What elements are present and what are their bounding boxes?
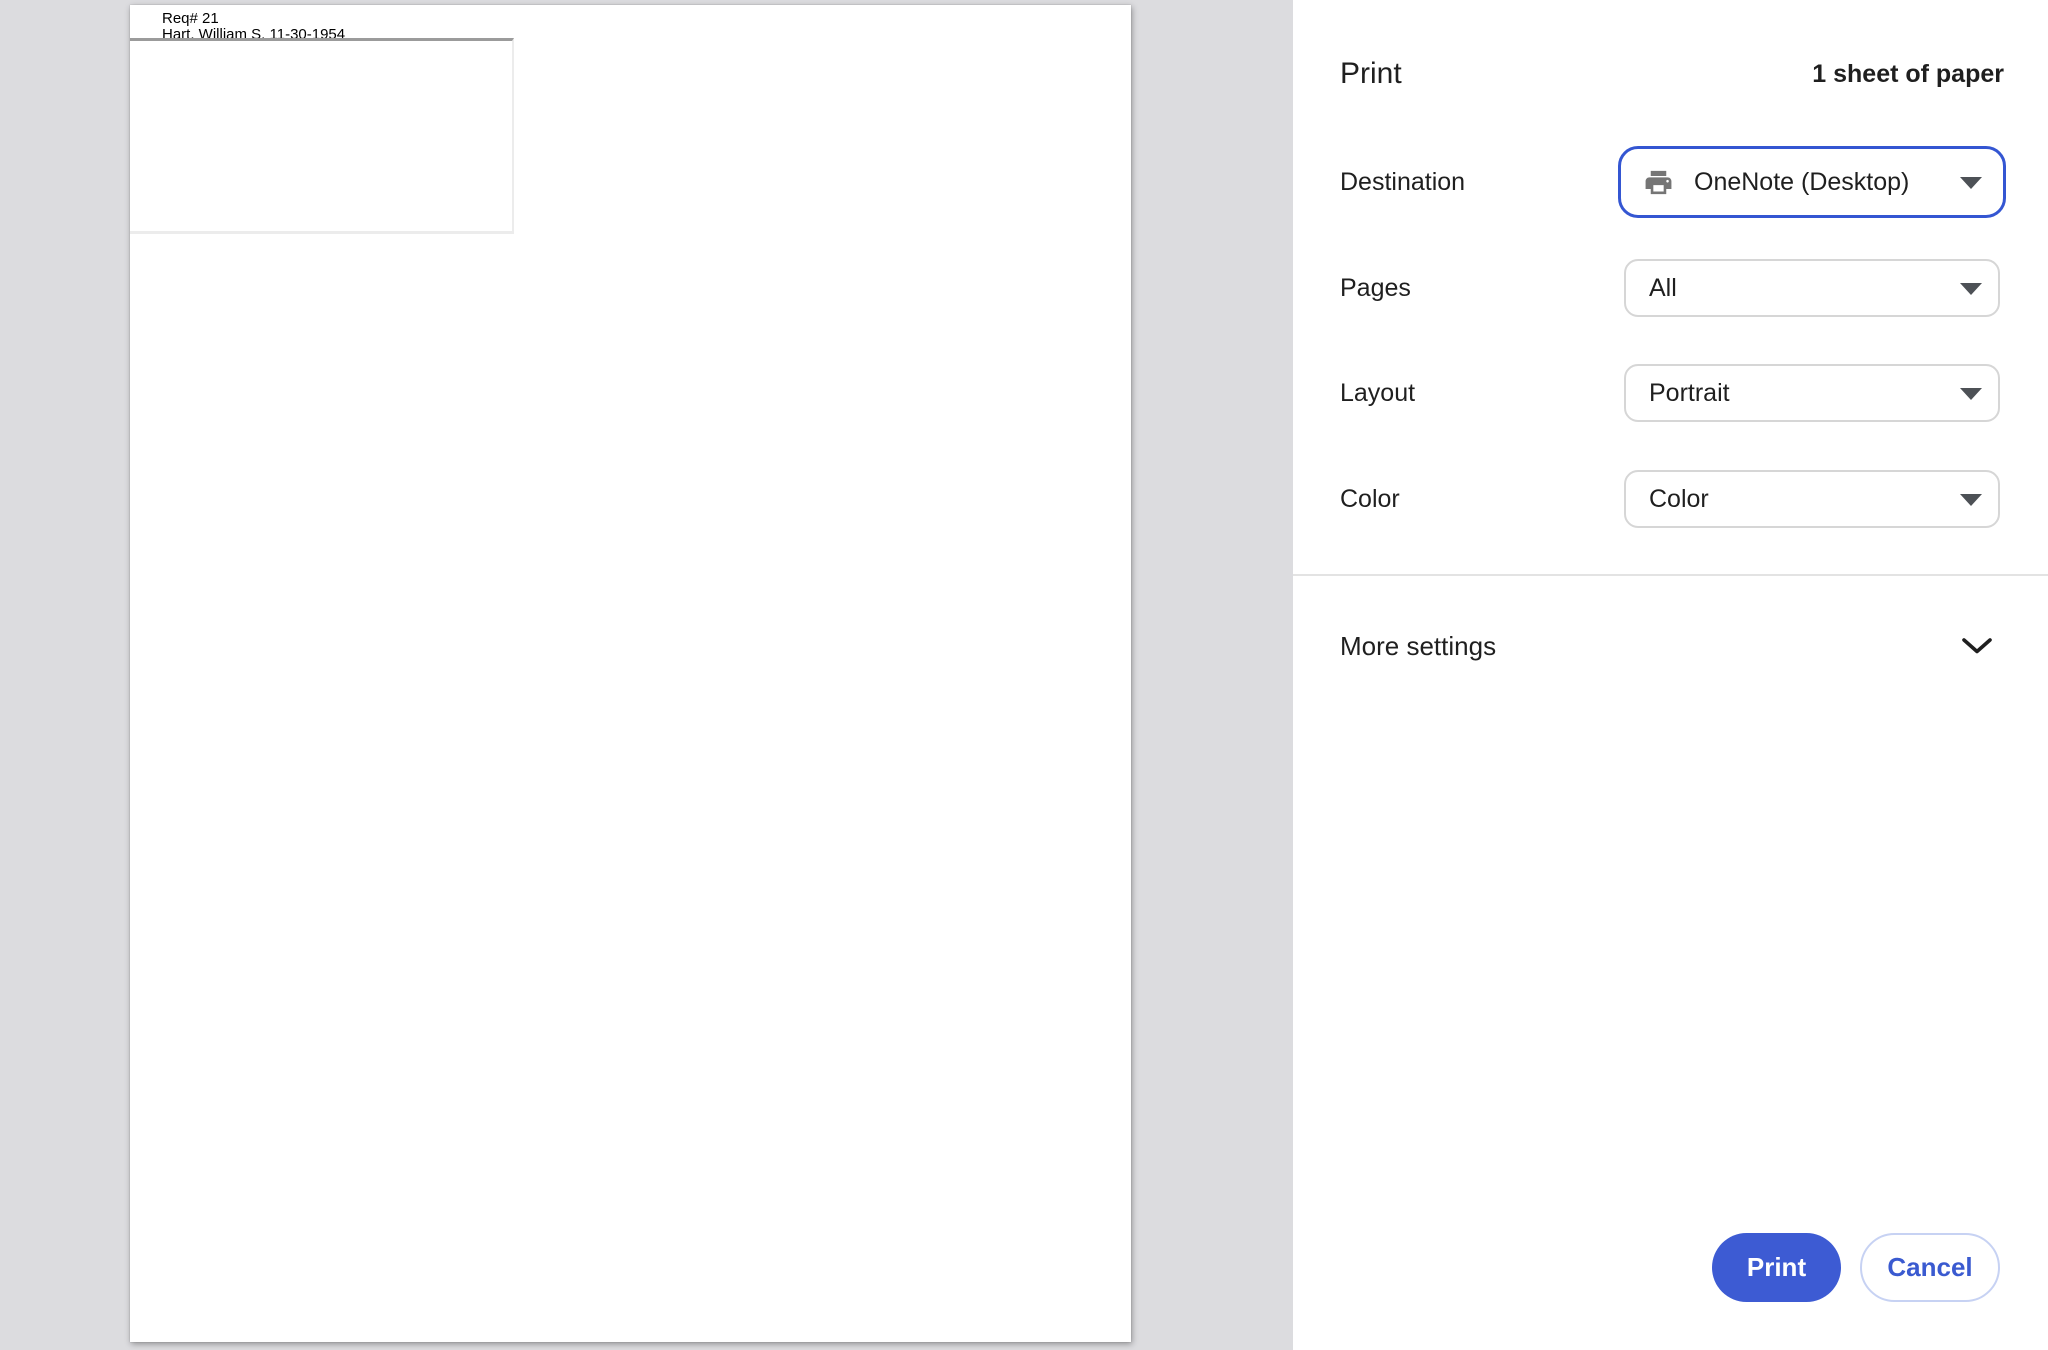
- page-preview: Req# 21 Hart, William S. 11-30-1954: [130, 5, 1131, 1342]
- chevron-down-icon: [1960, 636, 1994, 656]
- more-settings-label: More settings: [1340, 620, 1496, 672]
- print-settings-panel: Print 1 sheet of paper Destination OneNo…: [1293, 0, 2048, 1350]
- document-content-box: [130, 38, 514, 234]
- print-button[interactable]: Print: [1712, 1233, 1841, 1302]
- print-dialog-title: Print: [1340, 57, 1402, 91]
- color-select[interactable]: Color: [1624, 470, 2000, 528]
- layout-select[interactable]: Portrait: [1624, 364, 2000, 422]
- print-preview-area: Req# 21 Hart, William S. 11-30-1954: [0, 0, 1293, 1350]
- cancel-button[interactable]: Cancel: [1860, 1233, 2000, 1302]
- pages-select[interactable]: All: [1624, 259, 2000, 317]
- destination-value: OneNote (Desktop): [1694, 168, 1946, 197]
- caret-down-icon: [1960, 494, 1982, 506]
- destination-label: Destination: [1340, 152, 1610, 212]
- printer-icon: [1643, 167, 1674, 198]
- caret-down-icon: [1960, 177, 1982, 189]
- more-settings-toggle[interactable]: More settings: [1293, 620, 2048, 672]
- panel-header: Print 1 sheet of paper: [1340, 52, 2004, 96]
- document-header-line1: Req# 21: [162, 11, 345, 27]
- color-label: Color: [1340, 470, 1610, 528]
- layout-label: Layout: [1340, 364, 1610, 422]
- caret-down-icon: [1960, 283, 1982, 295]
- destination-select[interactable]: OneNote (Desktop): [1624, 152, 2000, 212]
- color-value: Color: [1649, 485, 1946, 514]
- sheet-count: 1 sheet of paper: [1812, 60, 2004, 89]
- caret-down-icon: [1960, 388, 1982, 400]
- settings-divider: [1293, 574, 2048, 576]
- pages-value: All: [1649, 274, 1946, 303]
- layout-value: Portrait: [1649, 379, 1946, 408]
- pages-label: Pages: [1340, 259, 1610, 317]
